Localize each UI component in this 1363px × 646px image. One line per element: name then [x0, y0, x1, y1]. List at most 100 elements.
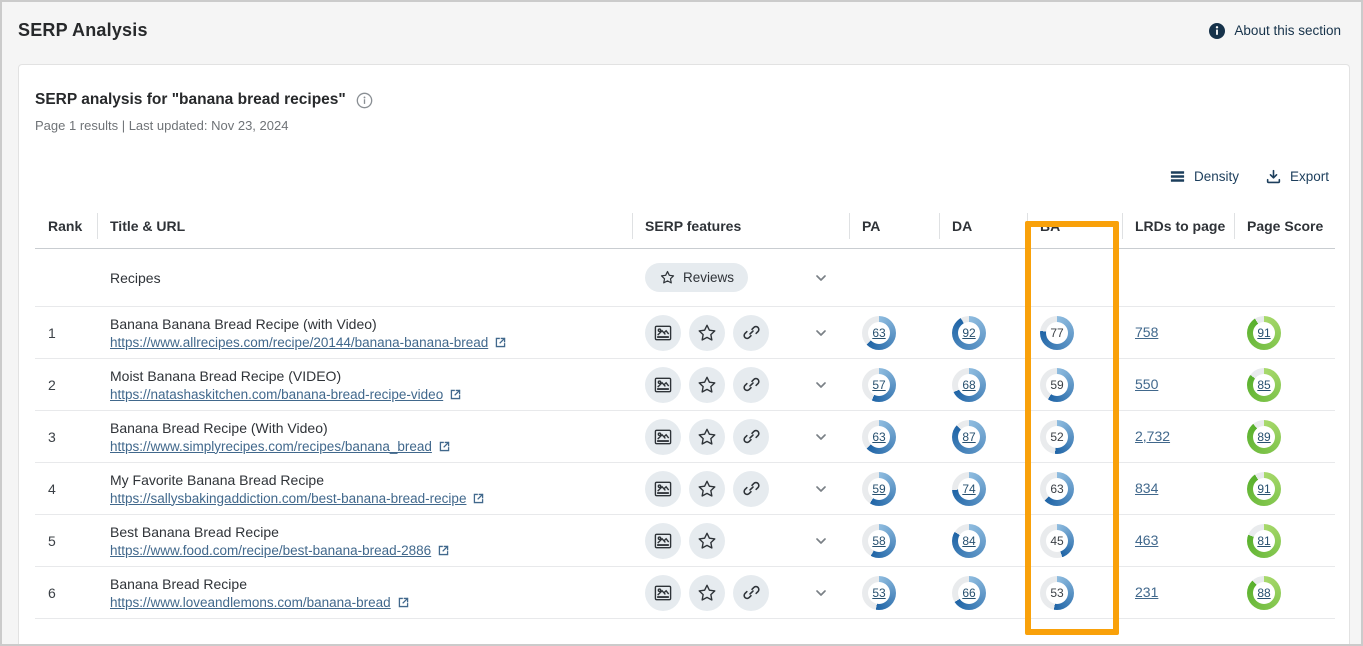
page-score-donut[interactable]: 85	[1247, 368, 1281, 402]
lrds-link[interactable]: 834	[1135, 480, 1158, 496]
about-this-section-button[interactable]: About this section	[1208, 22, 1341, 40]
pa-score-donut[interactable]: 53	[862, 576, 896, 610]
result-url-link[interactable]: https://natashaskitchen.com/banana-bread…	[110, 387, 443, 402]
col-header-page-score: Page Score	[1234, 203, 1335, 248]
image-pack-icon[interactable]	[645, 523, 681, 559]
pa-score-donut[interactable]: 63	[862, 316, 896, 350]
link-icon[interactable]	[733, 367, 769, 403]
result-url-link[interactable]: https://www.allrecipes.com/recipe/20144/…	[110, 335, 488, 350]
page-score-donut[interactable]: 88	[1247, 576, 1281, 610]
ba-score-donut: 59	[1040, 368, 1074, 402]
chevron-down-icon[interactable]	[813, 270, 829, 286]
image-pack-icon[interactable]	[645, 419, 681, 455]
da-score-donut[interactable]: 66	[952, 576, 986, 610]
chevron-down-icon[interactable]	[813, 429, 829, 445]
external-link-icon[interactable]	[494, 336, 507, 349]
table-toolbar: Density Export	[35, 161, 1333, 191]
page-score-donut[interactable]: 91	[1247, 472, 1281, 506]
da-score-donut[interactable]: 92	[952, 316, 986, 350]
link-icon[interactable]	[733, 315, 769, 351]
lrds-link[interactable]: 2,732	[1135, 428, 1170, 444]
result-url-link[interactable]: https://www.loveandlemons.com/banana-bre…	[110, 595, 391, 610]
ba-score-donut: 77	[1040, 316, 1074, 350]
lrds-link[interactable]: 550	[1135, 376, 1158, 392]
result-title: Banana Bread Recipe	[110, 576, 632, 592]
group-label: Recipes	[97, 270, 632, 286]
chevron-down-icon[interactable]	[813, 585, 829, 601]
pa-score-donut[interactable]: 57	[862, 368, 896, 402]
pa-score-donut[interactable]: 58	[862, 524, 896, 558]
star-icon	[659, 269, 676, 286]
table-row: 5 Best Banana Bread Recipe https://www.f…	[35, 515, 1335, 567]
result-url-link[interactable]: https://sallysbakingaddiction.com/best-b…	[110, 491, 466, 506]
chevron-down-icon[interactable]	[813, 481, 829, 497]
page-score-donut[interactable]: 89	[1247, 420, 1281, 454]
lrds-link[interactable]: 463	[1135, 532, 1158, 548]
chevron-down-icon[interactable]	[813, 325, 829, 341]
ba-score-donut: 53	[1040, 576, 1074, 610]
da-score-donut[interactable]: 84	[952, 524, 986, 558]
result-url-link[interactable]: https://www.food.com/recipe/best-banana-…	[110, 543, 431, 558]
external-link-icon[interactable]	[472, 492, 485, 505]
card-heading: SERP analysis for "banana bread recipes"	[35, 91, 346, 109]
info-filled-icon	[1208, 22, 1226, 40]
link-icon[interactable]	[733, 419, 769, 455]
external-link-icon[interactable]	[449, 388, 462, 401]
ba-score-donut: 63	[1040, 472, 1074, 506]
serp-feature-icons[interactable]	[645, 367, 769, 403]
serp-feature-icons[interactable]	[645, 419, 769, 455]
star-icon[interactable]	[689, 419, 725, 455]
da-score-donut[interactable]: 68	[952, 368, 986, 402]
image-pack-icon[interactable]	[645, 575, 681, 611]
serp-feature-icons[interactable]	[645, 523, 725, 559]
col-header-lrds: LRDs to page	[1122, 203, 1234, 248]
pa-score-donut[interactable]: 59	[862, 472, 896, 506]
page-score-donut[interactable]: 81	[1247, 524, 1281, 558]
external-link-icon[interactable]	[397, 596, 410, 609]
serp-feature-icons[interactable]	[645, 471, 769, 507]
lrds-link[interactable]: 758	[1135, 324, 1158, 340]
col-header-da: DA	[939, 203, 1027, 248]
chevron-down-icon[interactable]	[813, 377, 829, 393]
export-button[interactable]: Export	[1265, 168, 1329, 185]
external-link-icon[interactable]	[438, 440, 451, 453]
serp-feature-icons[interactable]	[645, 575, 769, 611]
group-row-recipes: Recipes Reviews	[35, 249, 1335, 307]
lrds-link[interactable]: 231	[1135, 584, 1158, 600]
star-icon[interactable]	[689, 471, 725, 507]
col-header-pa: PA	[849, 203, 939, 248]
page-score-donut[interactable]: 91	[1247, 316, 1281, 350]
star-icon[interactable]	[689, 523, 725, 559]
star-icon[interactable]	[689, 575, 725, 611]
image-pack-icon[interactable]	[645, 471, 681, 507]
star-icon[interactable]	[689, 367, 725, 403]
image-pack-icon[interactable]	[645, 367, 681, 403]
serp-analysis-card: SERP analysis for "banana bread recipes"…	[18, 64, 1350, 646]
results-meta: Page 1 results | Last updated: Nov 23, 2…	[35, 118, 1333, 133]
density-icon	[1169, 168, 1186, 185]
reviews-feature-chip[interactable]: Reviews	[645, 263, 748, 292]
link-icon[interactable]	[733, 471, 769, 507]
link-icon[interactable]	[733, 575, 769, 611]
density-button[interactable]: Density	[1169, 168, 1239, 185]
result-url-link[interactable]: https://www.simplyrecipes.com/recipes/ba…	[110, 439, 432, 454]
chevron-down-icon[interactable]	[813, 533, 829, 549]
table-header-row: Rank Title & URL SERP features PA DA BA …	[35, 203, 1335, 249]
table-row: 2 Moist Banana Bread Recipe (VIDEO) http…	[35, 359, 1335, 411]
density-label: Density	[1194, 169, 1239, 184]
info-outline-icon[interactable]	[356, 92, 373, 109]
external-link-icon[interactable]	[437, 544, 450, 557]
result-title: My Favorite Banana Bread Recipe	[110, 472, 632, 488]
pa-score-donut[interactable]: 63	[862, 420, 896, 454]
star-icon[interactable]	[689, 315, 725, 351]
da-score-donut[interactable]: 74	[952, 472, 986, 506]
image-pack-icon[interactable]	[645, 315, 681, 351]
da-score-donut[interactable]: 87	[952, 420, 986, 454]
section-header: SERP Analysis About this section	[2, 2, 1361, 49]
about-label: About this section	[1234, 23, 1341, 38]
result-title: Banana Bread Recipe (With Video)	[110, 420, 632, 436]
table-row: 4 My Favorite Banana Bread Recipe https:…	[35, 463, 1335, 515]
export-label: Export	[1290, 169, 1329, 184]
serp-feature-icons[interactable]	[645, 315, 769, 351]
result-title: Moist Banana Bread Recipe (VIDEO)	[110, 368, 632, 384]
